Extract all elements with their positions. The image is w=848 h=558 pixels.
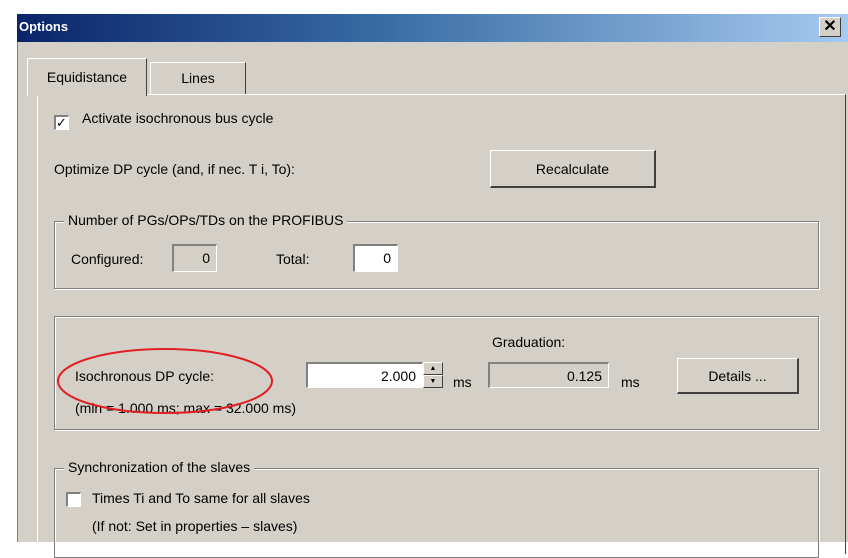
recalculate-button[interactable]: Recalculate [490,150,656,188]
tab-equidistance[interactable]: Equidistance [27,58,147,96]
configured-label: Configured: [71,251,144,267]
configured-value: 0 [172,244,217,272]
pg-count-legend: Number of PGs/OPs/TDs on the PROFIBUS [64,212,348,228]
graduation-value: 0.125 [488,362,609,388]
activate-isochronous-checkbox[interactable]: ✓ [54,115,69,130]
close-icon: ✕ [823,18,837,35]
check-icon: ✓ [56,115,67,130]
total-label: Total: [276,251,310,267]
spin-down-icon: ▼ [429,378,437,385]
tab-lines[interactable]: Lines [150,62,246,94]
times-same-checkbox[interactable] [66,492,81,507]
cycle-spinner[interactable]: ▲ ▼ [423,362,443,388]
activate-isochronous-label: Activate isochronous bus cycle [82,110,274,126]
window-title: Options [19,19,69,34]
sync-note: (If not: Set in properties – slaves) [92,518,298,534]
optimize-label: Optimize DP cycle (and, if nec. T i, To)… [54,161,295,177]
spin-up-button[interactable]: ▲ [423,362,443,375]
graduation-unit: ms [621,374,640,390]
spin-down-button[interactable]: ▼ [423,375,443,388]
pg-count-group [54,221,819,289]
highlight-ellipse [57,348,273,414]
total-field[interactable]: 0 [353,244,398,272]
sync-slaves-legend: Synchronization of the slaves [64,459,255,475]
close-button[interactable]: ✕ [819,17,841,37]
cycle-unit: ms [453,374,472,390]
sync-slaves-group [54,468,819,558]
times-same-label: Times Ti and To same for all slaves [92,490,310,506]
graduation-label: Graduation: [492,334,566,350]
tab-equidistance-label: Equidistance [46,69,128,85]
title-bar[interactable] [17,14,848,42]
details-button[interactable]: Details ... [677,358,799,394]
spin-up-icon: ▲ [429,365,437,372]
isochronous-cycle-input[interactable]: 2.000 [306,362,423,388]
tab-lines-label: Lines [181,70,215,86]
